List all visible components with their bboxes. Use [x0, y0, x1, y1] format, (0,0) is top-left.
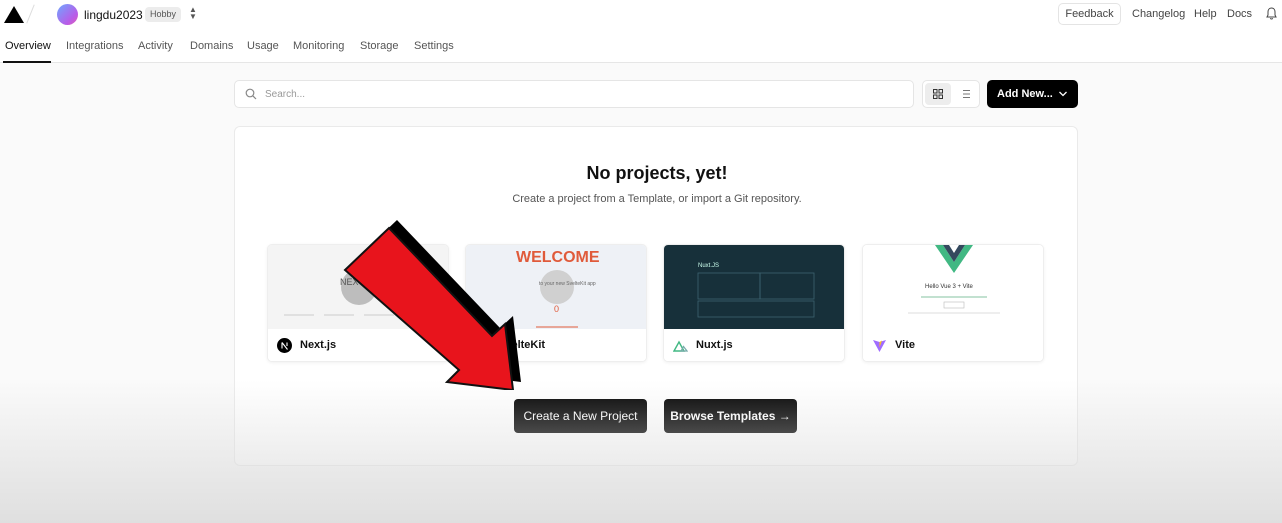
- tab-domains[interactable]: Domains: [190, 40, 233, 52]
- empty-state-subtitle: Create a project from a Template, or imp…: [512, 193, 802, 205]
- add-new-button[interactable]: Add New...: [987, 80, 1078, 108]
- search-box[interactable]: [234, 80, 914, 108]
- search-input[interactable]: [265, 85, 865, 103]
- vite-preview-art: Hello Vue 3 + Vite: [908, 245, 1000, 314]
- list-icon: [963, 90, 970, 98]
- add-new-label: Add New...: [997, 88, 1053, 100]
- browse-templates-button[interactable]: Browse Templates →: [664, 399, 797, 433]
- account-name[interactable]: lingdu2023: [84, 8, 143, 22]
- nuxtjs-preview-text: Nuxt.JS: [698, 263, 719, 269]
- avatar[interactable]: [57, 4, 78, 25]
- sveltekit-preview-sub: to your new SvelteKit app: [539, 281, 596, 287]
- red-arrow-annotation-icon: [343, 220, 521, 390]
- feedback-button[interactable]: Feedback: [1058, 3, 1121, 25]
- template-footer: Vite: [863, 329, 1043, 361]
- nuxtjs-preview: Nuxt.JS: [664, 245, 844, 329]
- nextjs-icon: [277, 338, 292, 353]
- active-tab-indicator: [3, 61, 51, 63]
- grid-view-button[interactable]: [925, 83, 951, 105]
- account-switcher-icon[interactable]: ▲ ▼: [189, 6, 197, 21]
- changelog-link[interactable]: Changelog: [1132, 8, 1185, 20]
- top-bar: lingdu2023 Hobby ▲ ▼ Feedback Changelog H…: [0, 0, 1282, 30]
- vite-icon: [873, 340, 886, 352]
- tab-usage[interactable]: Usage: [247, 40, 279, 52]
- template-name: Vite: [895, 339, 915, 351]
- template-name: Next.js: [300, 339, 337, 351]
- template-card-nuxtjs[interactable]: Nuxt.JS Nuxt.js: [663, 244, 845, 362]
- grid-icon: [933, 89, 943, 99]
- sveltekit-preview-counter: 0: [554, 304, 559, 314]
- vercel-logo-icon[interactable]: [4, 6, 24, 23]
- tab-storage[interactable]: Storage: [360, 40, 399, 52]
- template-card-vite[interactable]: Hello Vue 3 + Vite Vite: [862, 244, 1044, 362]
- plan-badge: Hobby: [145, 7, 182, 22]
- tab-activity[interactable]: Activity: [138, 40, 173, 52]
- template-name: Nuxt.js: [696, 339, 733, 351]
- list-view-button[interactable]: [953, 83, 979, 105]
- view-toggle: [922, 80, 980, 108]
- vite-preview-text: Hello Vue 3 + Vite: [925, 284, 974, 290]
- chevron-down-icon: [1059, 91, 1067, 97]
- tab-integrations[interactable]: Integrations: [66, 40, 123, 52]
- breadcrumb-separator: [26, 4, 35, 24]
- help-link[interactable]: Help: [1194, 8, 1217, 20]
- search-icon: [245, 88, 257, 100]
- bell-icon[interactable]: [1266, 7, 1277, 20]
- docs-link[interactable]: Docs: [1227, 8, 1252, 20]
- empty-state-title: No projects, yet!: [586, 163, 728, 183]
- tab-monitoring[interactable]: Monitoring: [293, 40, 344, 52]
- nuxt-icon: [673, 340, 688, 352]
- tab-settings[interactable]: Settings: [414, 40, 454, 52]
- template-footer: Nuxt.js: [664, 329, 844, 361]
- vite-preview: Hello Vue 3 + Vite: [863, 245, 1043, 329]
- main-tabs: Overview Integrations Activity Domains U…: [0, 30, 1282, 63]
- create-new-project-button[interactable]: Create a New Project: [514, 399, 647, 433]
- tab-overview[interactable]: Overview: [5, 40, 51, 52]
- nuxtjs-preview-art: Nuxt.JS: [697, 263, 815, 318]
